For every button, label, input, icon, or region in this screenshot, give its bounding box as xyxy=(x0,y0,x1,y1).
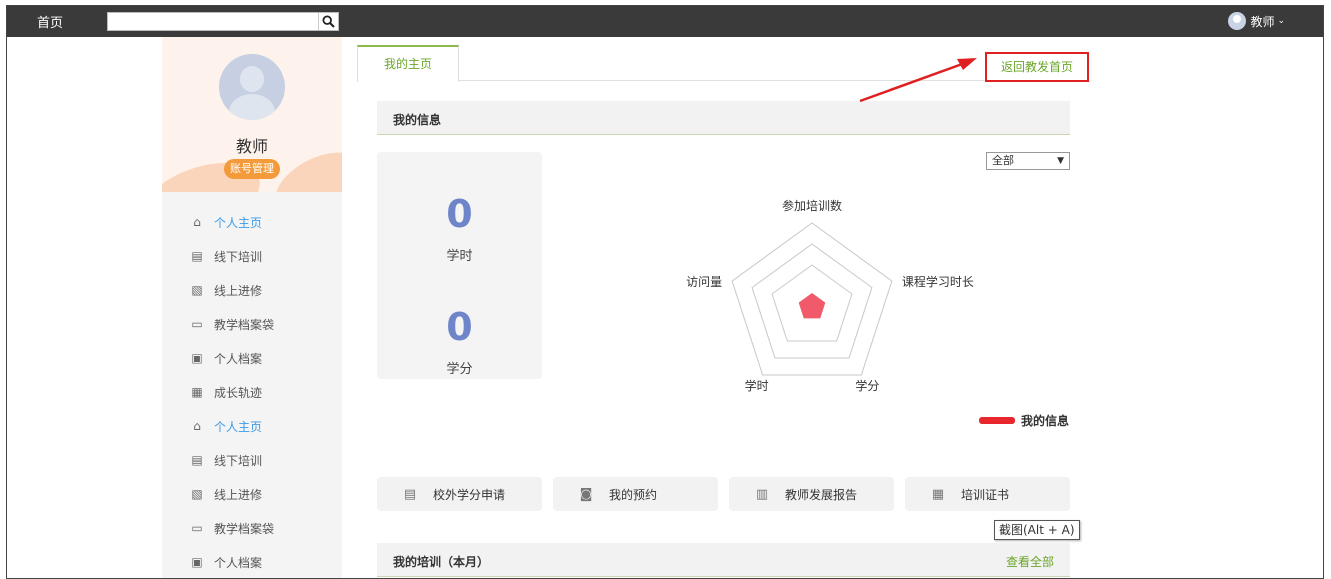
annotation-arrow xyxy=(859,58,977,103)
screenshot-tooltip: 截图(Alt + A) xyxy=(994,520,1080,540)
app-frame: 首页 教师 ⌄ 教师 账号管理 ⌂ 个人主页 ▤ 线下培训 ▧ 线上进修 ▭ 教学档案袋 ▣ 个人… xyxy=(6,5,1324,579)
